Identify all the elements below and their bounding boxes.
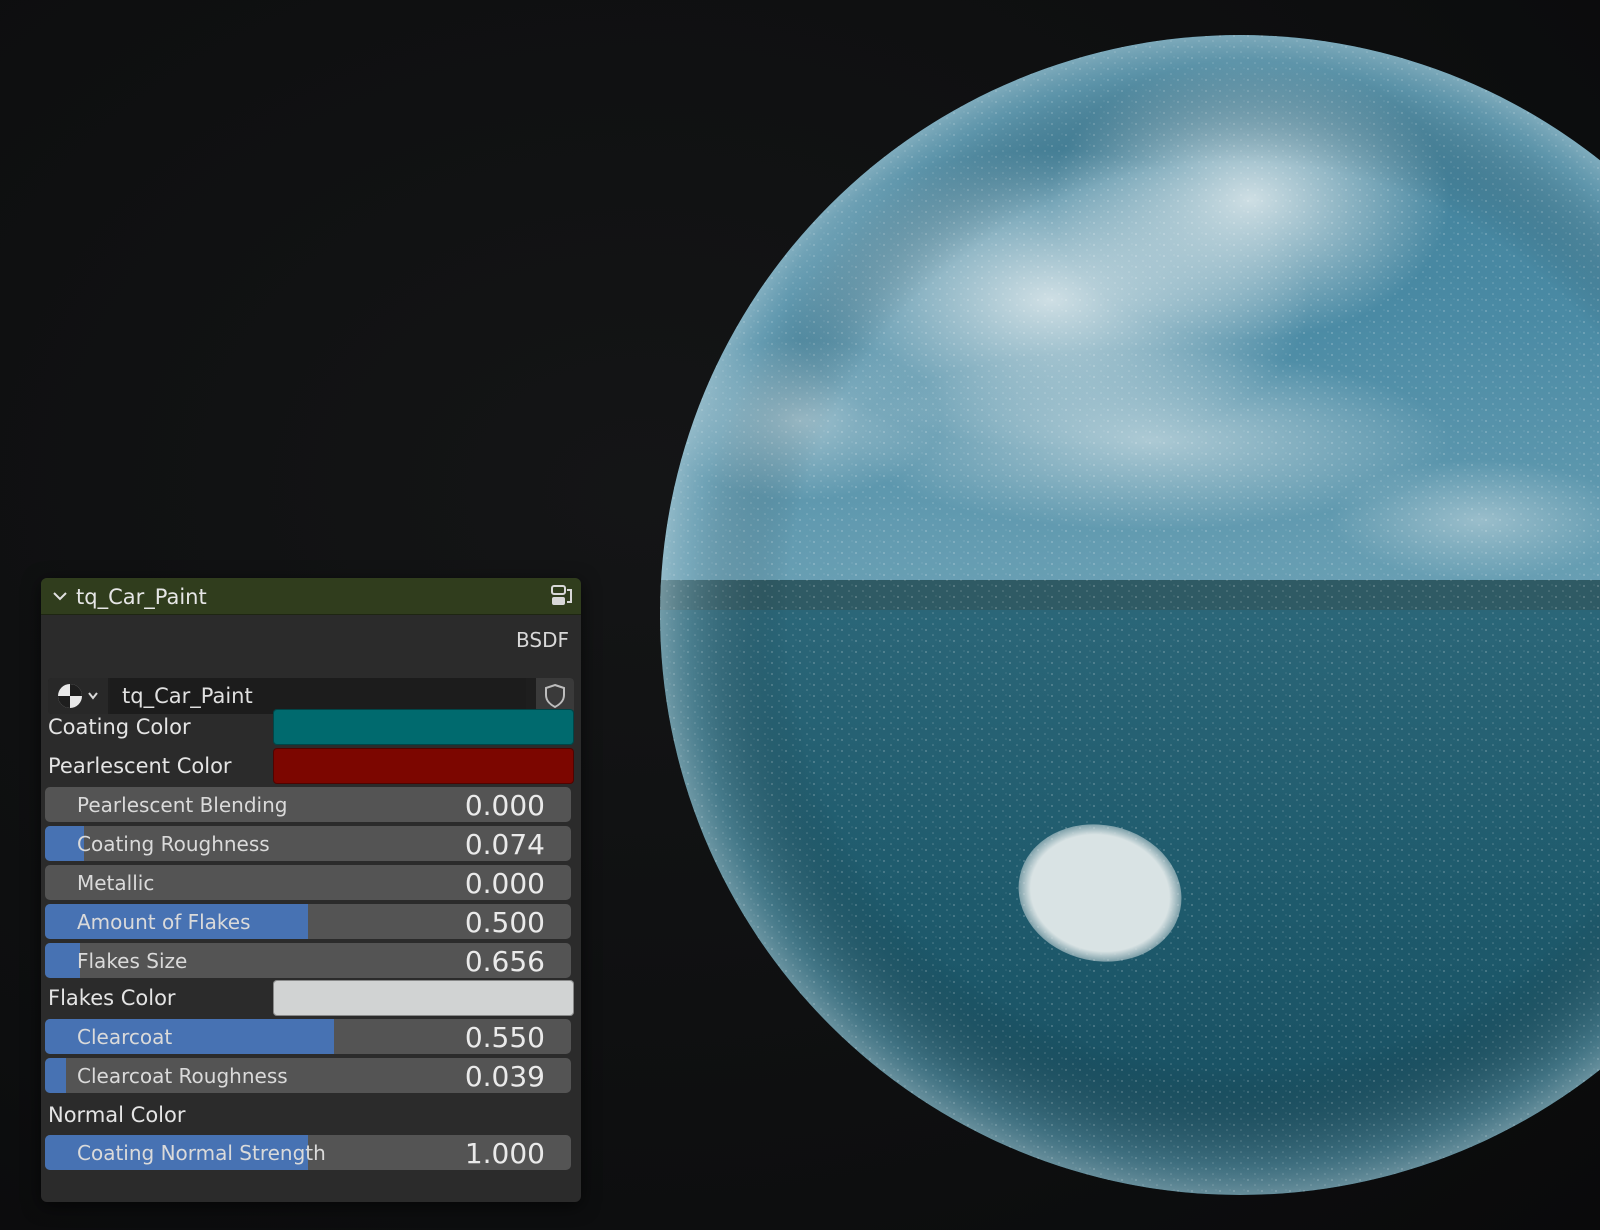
slider-label: Pearlescent Blending [77,793,288,817]
slider-value: 0.656 [464,945,545,978]
shader-node-panel[interactable]: tq_Car_Paint BSDF tq_Car_Paint Coating C… [41,578,581,1202]
slider-label: Metallic [77,871,155,895]
flakes-color-row: Flakes Color [48,980,574,1016]
slider-label: Flakes Size [77,949,188,973]
flakes-color-label: Flakes Color [48,986,176,1010]
slider-label: Coating Roughness [77,832,270,856]
pearlescent-color-label: Pearlescent Color [48,754,232,778]
slider-value: 0.074 [464,828,545,861]
clearcoat-slider[interactable]: Clearcoat 0.550 [45,1019,571,1054]
preview-sphere [660,35,1600,1195]
shield-icon [545,683,565,709]
coating-normal-strength-slider[interactable]: Coating Normal Strength 1.000 [45,1135,571,1170]
slider-value: 0.000 [464,789,545,822]
material-sphere-icon [58,684,98,708]
pearlescent-color-row: Pearlescent Color [48,748,574,784]
slider-fill [45,943,80,978]
coating-color-swatch[interactable] [273,709,574,745]
slider-value: 1.000 [464,1137,545,1170]
node-group-icon[interactable] [548,583,574,609]
pearlescent-blending-slider[interactable]: Pearlescent Blending 0.000 [45,787,571,822]
material-name-text: tq_Car_Paint [122,684,253,708]
normal-color-label: Normal Color [48,1103,186,1127]
coating-color-row: Coating Color [48,709,574,745]
slider-fill [45,1058,66,1093]
clearcoat-roughness-slider[interactable]: Clearcoat Roughness 0.039 [45,1058,571,1093]
flakes-size-slider[interactable]: Flakes Size 0.656 [45,943,571,978]
slider-value: 0.500 [464,906,545,939]
chevron-down-icon[interactable] [51,587,69,605]
normal-color-row: Normal Color [48,1097,574,1133]
slider-label: Coating Normal Strength [77,1141,326,1165]
slider-value: 0.550 [464,1021,545,1054]
amount-of-flakes-slider[interactable]: Amount of Flakes 0.500 [45,904,571,939]
bsdf-output-socket-label: BSDF [516,628,569,652]
flakes-color-swatch[interactable] [273,980,574,1016]
metallic-slider[interactable]: Metallic 0.000 [45,865,571,900]
pearlescent-color-swatch[interactable] [273,748,574,784]
slider-value: 0.000 [464,867,545,900]
slider-value: 0.039 [464,1060,545,1093]
coating-roughness-slider[interactable]: Coating Roughness 0.074 [45,826,571,861]
node-header[interactable]: tq_Car_Paint [41,578,581,615]
coating-color-label: Coating Color [48,715,191,739]
slider-label: Clearcoat [77,1025,173,1049]
slider-label: Amount of Flakes [77,910,251,934]
node-title: tq_Car_Paint [76,585,207,609]
slider-label: Clearcoat Roughness [77,1064,288,1088]
